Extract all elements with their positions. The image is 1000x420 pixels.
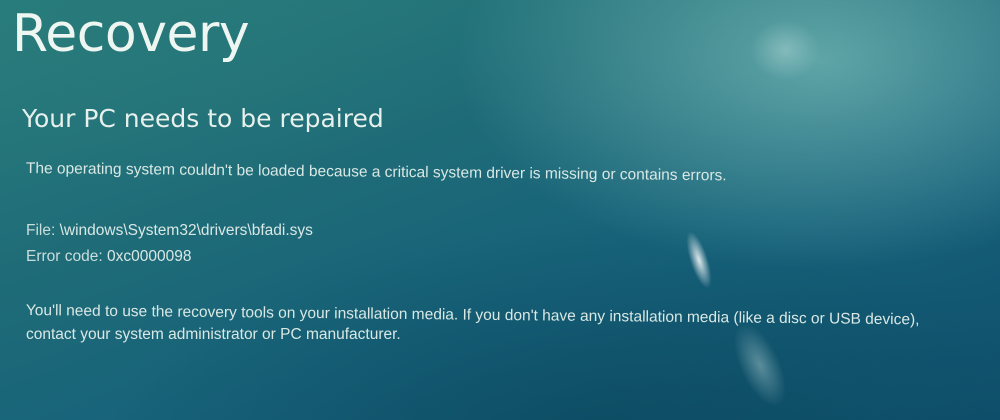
error-code-line: Error code: 0xc0000098 [26, 248, 191, 266]
error-description: The operating system couldn't be loaded … [25, 160, 727, 185]
recovery-screen: Recovery Your PC needs to be repaired Th… [0, 0, 1000, 420]
page-subtitle: Your PC needs to be repaired [22, 104, 384, 133]
recovery-hint-line-2: contact your system administrator or PC … [26, 326, 401, 343]
error-code-value: 0xc0000098 [106, 248, 192, 265]
page-title: Recovery [12, 4, 250, 64]
file-line: File: \windows\System32\drivers\bfadi.sy… [26, 222, 313, 240]
file-label: File: [26, 222, 56, 239]
file-path: \windows\System32\drivers\bfadi.sys [59, 222, 313, 239]
error-code-label: Error code: [26, 248, 103, 265]
